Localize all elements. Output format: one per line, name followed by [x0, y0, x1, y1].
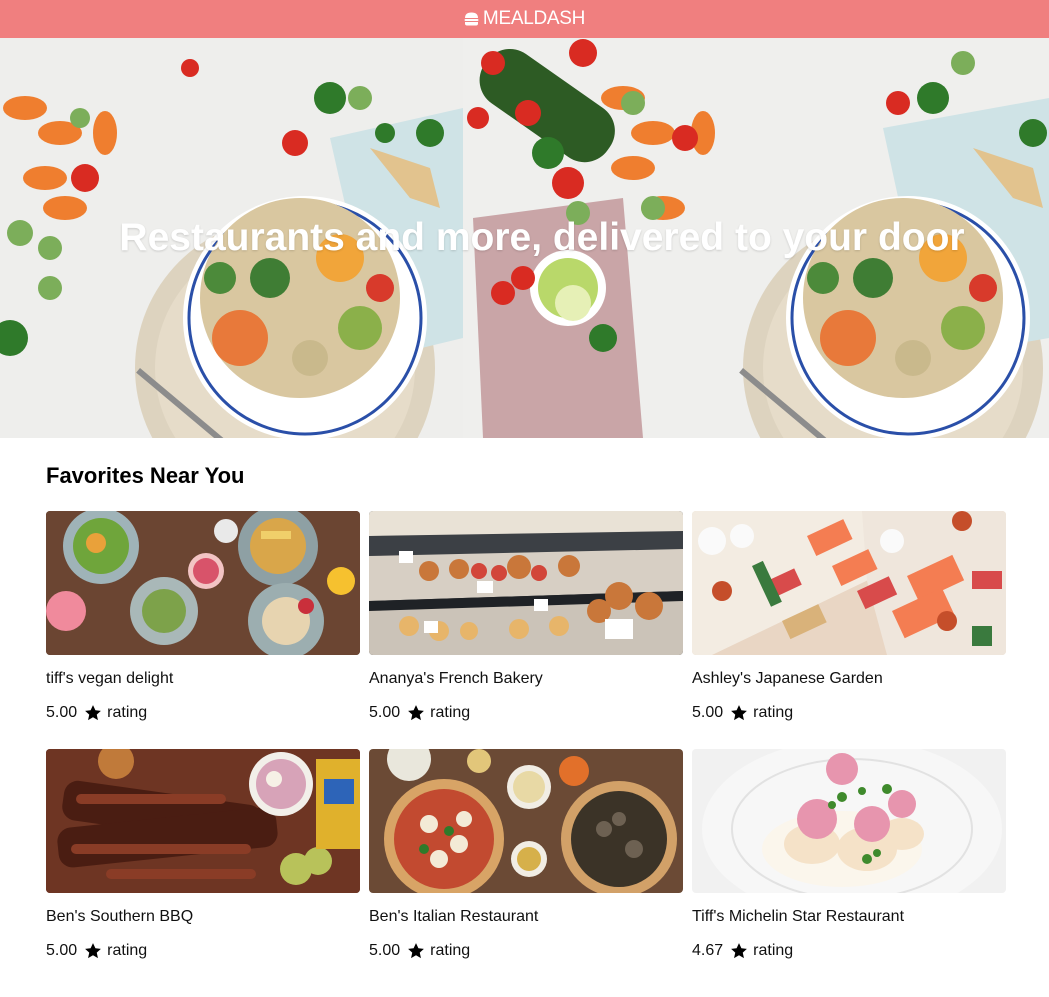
restaurant-name[interactable]: Tiff's Michelin Star Restaurant	[692, 908, 904, 926]
rating-value: 4.67	[692, 942, 724, 959]
restaurant-name[interactable]: Ananya's French Bakery	[369, 670, 543, 688]
restaurant-image[interactable]	[692, 749, 1006, 893]
restaurant-card[interactable]: Ananya's French Bakery 5.00 rating	[369, 511, 683, 721]
pastry-case-photo	[369, 511, 683, 655]
rating-value: 5.00	[692, 704, 724, 721]
restaurant-image[interactable]	[369, 749, 683, 893]
restaurant-card[interactable]: Tiff's Michelin Star Restaurant 4.67 rat…	[692, 749, 1006, 959]
pizza-table-photo	[369, 749, 683, 893]
rating-row: 5.00 rating	[46, 704, 147, 722]
star-icon	[85, 705, 102, 721]
section-title: Favorites Near You	[46, 463, 245, 488]
rating-label: rating	[753, 704, 794, 721]
star-icon	[408, 705, 425, 721]
star-icon	[85, 943, 102, 959]
restaurant-card[interactable]: Ben's Southern BBQ 5.00 rating	[46, 749, 360, 959]
burger-icon	[464, 12, 479, 26]
rating-value: 5.00	[46, 704, 78, 721]
star-icon	[408, 943, 425, 959]
rating-row: 5.00 rating	[46, 942, 147, 960]
restaurant-image[interactable]	[46, 749, 360, 893]
brand-name: MEALDASH	[482, 8, 586, 29]
rating-label: rating	[107, 942, 148, 959]
rating-value: 5.00	[369, 704, 401, 721]
restaurant-name[interactable]: tiff's vegan delight	[46, 670, 173, 688]
restaurant-name[interactable]: Ben's Italian Restaurant	[369, 908, 538, 926]
hero-title: Restaurants and more, delivered to your …	[119, 216, 965, 259]
restaurant-image[interactable]	[46, 511, 360, 655]
restaurant-image[interactable]	[692, 511, 1006, 655]
vegan-dishes-photo	[46, 511, 360, 655]
hero-banner: Restaurants and more, delivered to your …	[0, 38, 1049, 438]
restaurant-name[interactable]: Ben's Southern BBQ	[46, 908, 193, 926]
fine-dining-plate-photo	[692, 749, 1006, 893]
rating-value: 5.00	[369, 942, 401, 959]
rating-row: 5.00 rating	[369, 704, 470, 722]
rating-label: rating	[430, 704, 471, 721]
restaurant-card[interactable]: tiff's vegan delight 5.00 rating	[46, 511, 360, 721]
star-icon	[731, 705, 748, 721]
brand-logo-link[interactable]: MEALDASH	[464, 8, 585, 30]
restaurant-name[interactable]: Ashley's Japanese Garden	[692, 670, 883, 688]
sushi-box-photo	[692, 511, 1006, 655]
rating-label: rating	[107, 704, 148, 721]
bbq-ribs-photo	[46, 749, 360, 893]
rating-row: 5.00 rating	[692, 704, 793, 722]
rating-row: 4.67 rating	[692, 942, 793, 960]
rating-row: 5.00 rating	[369, 942, 470, 960]
top-bar: MEALDASH	[0, 0, 1049, 38]
restaurant-image[interactable]	[369, 511, 683, 655]
restaurant-card[interactable]: Ashley's Japanese Garden 5.00 rating	[692, 511, 1006, 721]
star-icon	[731, 943, 748, 959]
rating-label: rating	[753, 942, 794, 959]
rating-label: rating	[430, 942, 471, 959]
restaurant-card[interactable]: Ben's Italian Restaurant 5.00 rating	[369, 749, 683, 959]
rating-value: 5.00	[46, 942, 78, 959]
